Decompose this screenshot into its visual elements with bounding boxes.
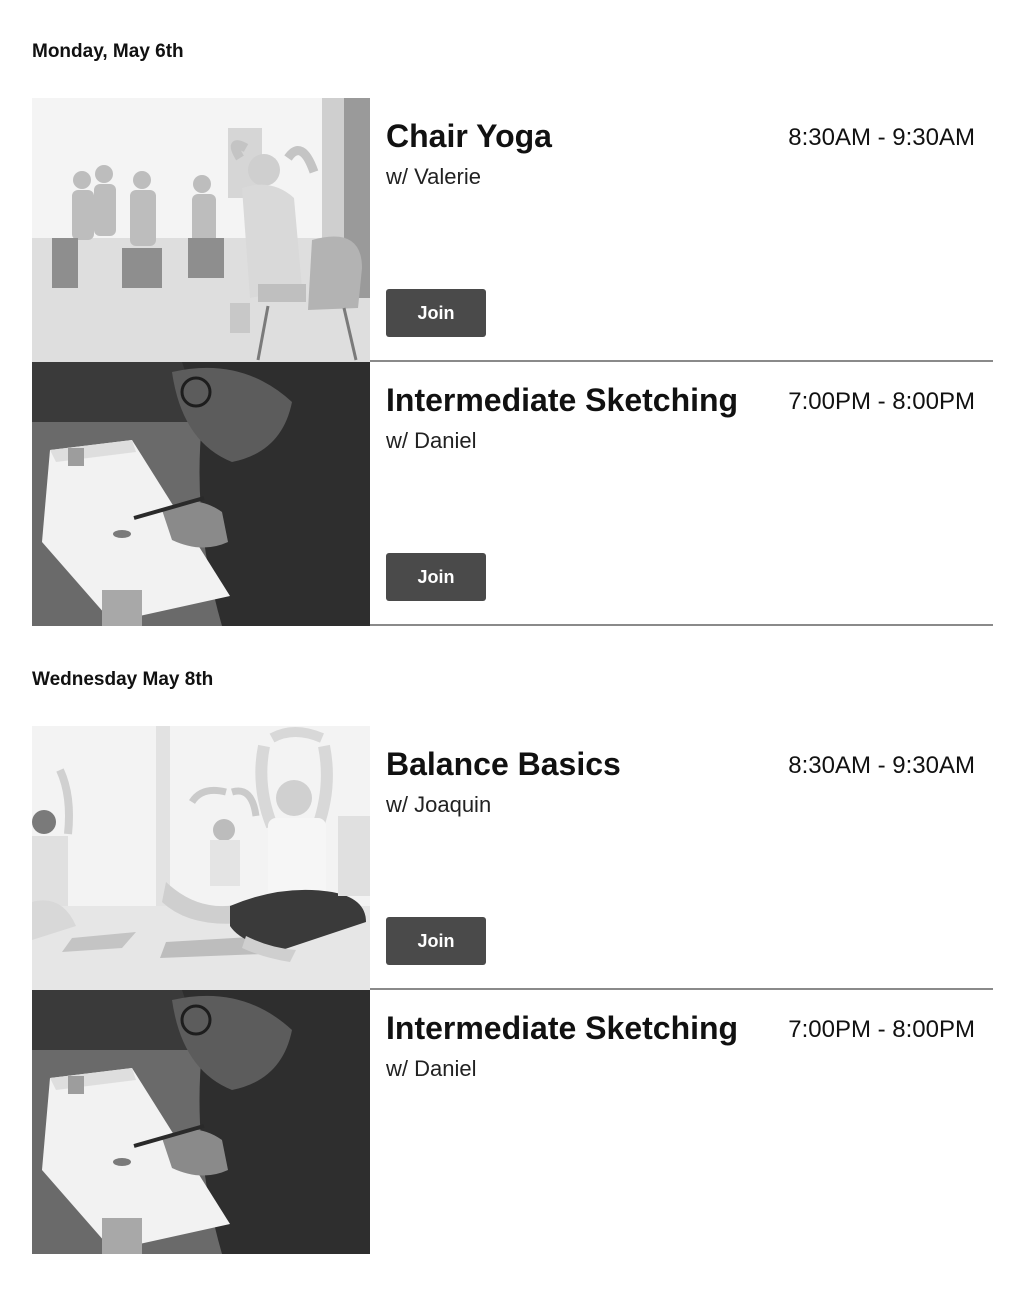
class-card-chair-yoga: Chair Yoga w/ Valerie 8:30AM - 9:30AM Jo… <box>32 98 993 362</box>
class-time: 7:00PM - 8:00PM <box>788 1016 975 1043</box>
class-card-balance-basics: Balance Basics w/ Joaquin 8:30AM - 9:30A… <box>32 726 993 990</box>
class-card-intermediate-sketching: Intermediate Sketching w/ Daniel 7:00PM … <box>32 990 993 1254</box>
class-title: Balance Basics <box>386 746 621 782</box>
class-time: 8:30AM - 9:30AM <box>788 752 975 779</box>
class-title: Chair Yoga <box>386 118 552 154</box>
class-instructor: w/ Valerie <box>386 164 481 189</box>
join-button[interactable]: Join <box>386 289 486 337</box>
class-instructor: w/ Joaquin <box>386 792 492 817</box>
join-button[interactable]: Join <box>386 553 486 601</box>
day-heading: Wednesday May 8th <box>32 669 214 690</box>
class-title: Intermediate Sketching <box>386 382 739 418</box>
class-title: Intermediate Sketching <box>386 1010 739 1046</box>
class-instructor: w/ Daniel <box>386 428 477 453</box>
sketching-photo <box>32 362 370 626</box>
class-time: 8:30AM - 9:30AM <box>788 124 975 151</box>
chair-yoga-photo <box>32 98 370 362</box>
balance-basics-photo <box>32 726 370 990</box>
class-instructor: w/ Daniel <box>386 1056 477 1081</box>
class-schedule: Monday, May 6th Chair Yoga w/ Valerie 8:… <box>0 0 1024 1306</box>
join-button[interactable]: Join <box>386 917 486 965</box>
sketching-photo <box>32 990 370 1254</box>
class-card-intermediate-sketching: Intermediate Sketching w/ Daniel 7:00PM … <box>32 362 993 626</box>
day-heading: Monday, May 6th <box>32 41 184 62</box>
class-time: 7:00PM - 8:00PM <box>788 388 975 415</box>
